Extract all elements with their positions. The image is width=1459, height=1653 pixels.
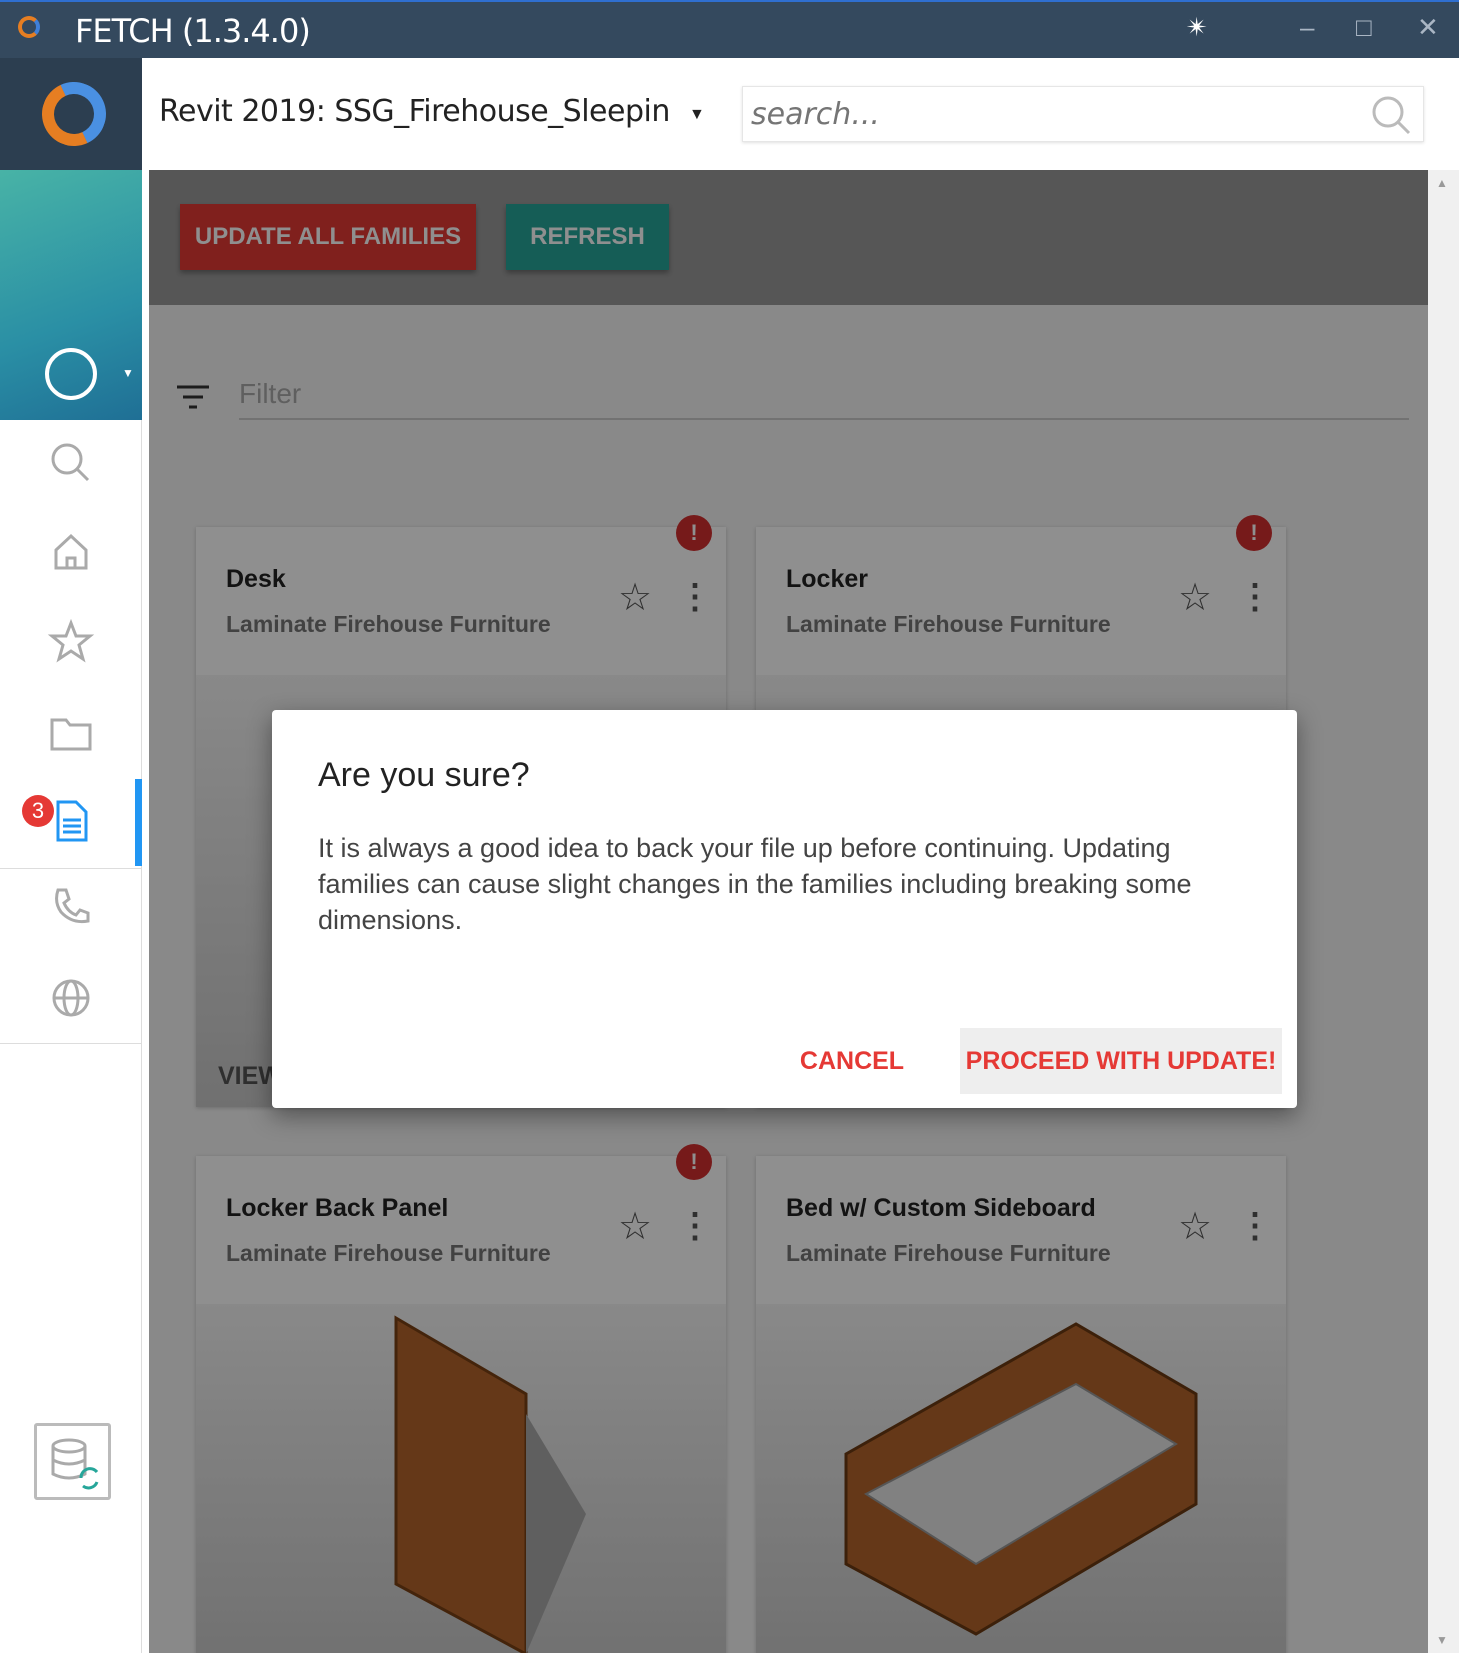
scroll-up-icon[interactable]: ▲	[1436, 176, 1448, 190]
cancel-button[interactable]: CANCEL	[792, 1028, 912, 1094]
chevron-down-icon[interactable]: ▼	[689, 106, 705, 124]
project-selector[interactable]: Revit 2019: SSG_Firehouse_Sleepin	[159, 94, 670, 129]
title-bar: FETCH (1.3.4.0) ✴ – □ ✕	[0, 0, 1459, 58]
close-button[interactable]: ✕	[1417, 12, 1439, 43]
document-icon[interactable]	[46, 796, 96, 846]
minimize-button[interactable]: –	[1300, 12, 1314, 43]
user-avatar-icon[interactable]	[45, 348, 97, 400]
user-panel: ▼	[0, 170, 142, 420]
dialog-message: It is always a good idea to back your fi…	[318, 833, 1192, 935]
window-title: FETCH (1.3.4.0)	[75, 12, 311, 50]
folder-icon[interactable]	[46, 708, 96, 758]
update-count-badge: 3	[22, 795, 54, 827]
search-box	[742, 86, 1424, 142]
scrollbar[interactable]: ▲ ▼	[1428, 170, 1459, 1653]
user-menu-caret-icon[interactable]: ▼	[122, 366, 134, 380]
search-icon[interactable]	[46, 438, 96, 488]
divider	[0, 1043, 142, 1044]
sidebar: ▼ 3	[0, 58, 142, 1653]
scroll-down-icon[interactable]: ▼	[1436, 1633, 1448, 1647]
proceed-button[interactable]: PROCEED WITH UPDATE!	[960, 1028, 1282, 1094]
globe-icon[interactable]	[46, 973, 96, 1023]
home-icon[interactable]	[46, 526, 96, 576]
database-sync-button[interactable]	[34, 1423, 111, 1500]
phone-icon[interactable]	[46, 882, 96, 932]
header: Revit 2019: SSG_Firehouse_Sleepin ▼	[142, 58, 1459, 170]
maximize-button[interactable]: □	[1356, 12, 1372, 43]
pin-icon[interactable]: ✴	[1186, 12, 1208, 43]
search-input[interactable]	[743, 87, 1343, 141]
search-icon[interactable]	[1369, 93, 1413, 137]
database-sync-icon	[51, 1438, 99, 1490]
fetch-logo	[0, 58, 142, 170]
star-icon[interactable]	[46, 616, 96, 666]
app-icon	[18, 16, 40, 38]
active-indicator	[135, 779, 142, 866]
dialog-title: Are you sure?	[318, 756, 530, 794]
confirm-dialog: Are you sure? It is always a good idea t…	[272, 710, 1297, 1108]
divider	[0, 868, 142, 869]
